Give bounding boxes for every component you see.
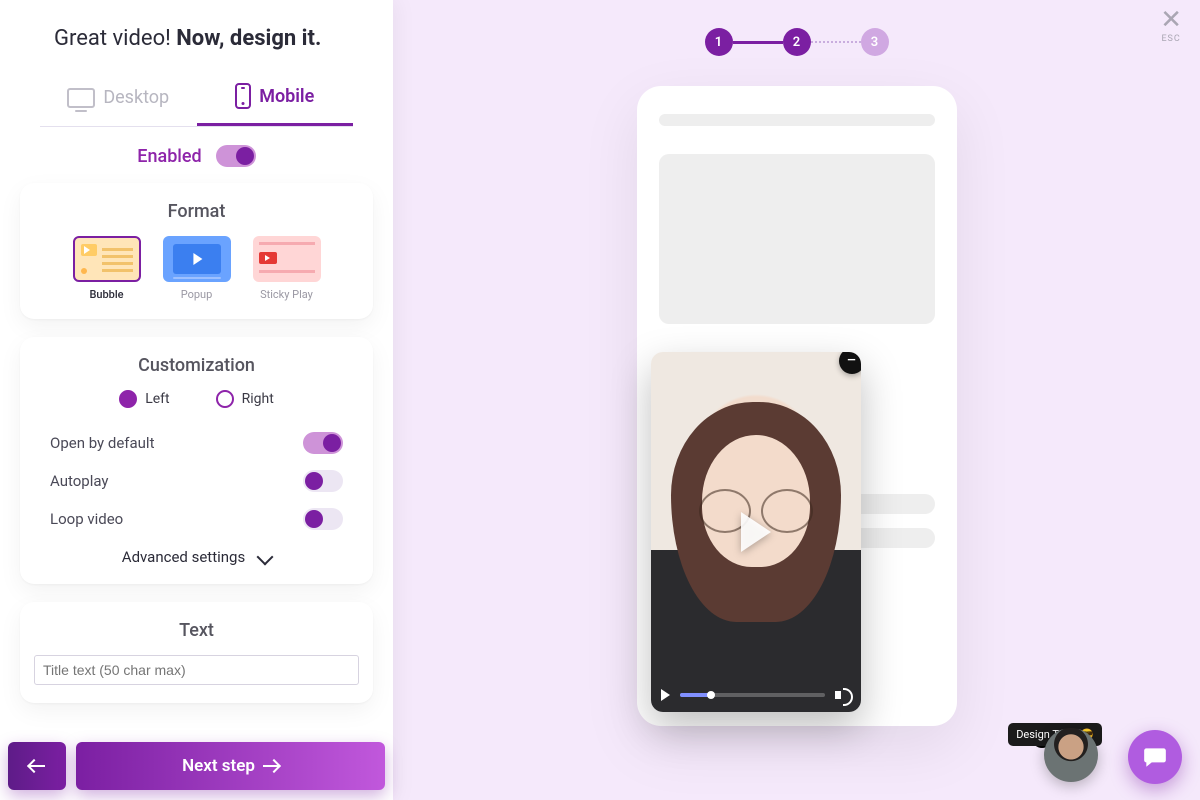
radio-dot-icon [216, 390, 234, 408]
tab-mobile[interactable]: Mobile [197, 73, 354, 126]
format-popup[interactable]: Popup [158, 236, 236, 301]
page-title: Great video! Now, design it. [54, 26, 355, 51]
format-bubble-label: Bubble [68, 288, 146, 301]
loop-toggle[interactable] [303, 508, 343, 530]
mobile-icon [235, 83, 251, 109]
format-sticky[interactable]: Sticky Play [248, 236, 326, 301]
step-1[interactable]: 1 [705, 28, 733, 56]
open-default-toggle[interactable] [303, 432, 343, 454]
open-default-label: Open by default [50, 434, 154, 452]
chat-icon [1142, 744, 1168, 770]
preview-stage: ✕ ESC 1 2 3 − [393, 0, 1200, 800]
tab-desktop[interactable]: Desktop [40, 73, 197, 126]
step-indicator: 1 2 3 [393, 28, 1200, 56]
autoplay-label: Autoplay [50, 472, 109, 490]
tab-mobile-label: Mobile [259, 86, 314, 107]
play-small-icon[interactable] [661, 689, 670, 701]
enabled-row: Enabled [20, 145, 373, 167]
minimize-icon: − [846, 352, 856, 370]
next-step-button[interactable]: Next step [76, 742, 385, 790]
tab-desktop-label: Desktop [103, 87, 169, 108]
loop-label: Loop video [50, 510, 123, 528]
title-text-input[interactable] [34, 655, 359, 685]
format-card: Format Bubble Popup Sticky Play [20, 183, 373, 319]
placeholder-bar [659, 114, 935, 126]
device-tabs: Desktop Mobile [40, 73, 353, 127]
step-track [733, 41, 783, 44]
loop-row: Loop video [34, 500, 359, 538]
text-title: Text [34, 620, 359, 641]
format-bubble[interactable]: Bubble [68, 236, 146, 301]
customization-title: Customization [34, 355, 359, 376]
format-sticky-label: Sticky Play [248, 288, 326, 301]
position-left-label: Left [145, 391, 169, 407]
video-controls [661, 688, 851, 702]
step-2[interactable]: 2 [783, 28, 811, 56]
customization-card: Customization Left Right Open by default… [20, 337, 373, 584]
footer-buttons: Next step [0, 734, 393, 800]
autoplay-toggle[interactable] [303, 470, 343, 492]
chevron-down-icon [257, 549, 274, 566]
play-icon[interactable] [741, 512, 771, 552]
video-progress[interactable] [680, 693, 825, 697]
format-sticky-icon [253, 236, 321, 282]
arrow-left-icon [29, 765, 45, 767]
advanced-settings-label: Advanced settings [122, 548, 245, 566]
arrow-right-icon [263, 765, 279, 767]
design-panel-scroll[interactable]: Great video! Now, design it. Desktop Mob… [0, 0, 393, 734]
step-track [811, 41, 861, 43]
design-panel: Great video! Now, design it. Desktop Mob… [0, 0, 393, 800]
position-radio-group: Left Right [34, 390, 359, 408]
format-title: Format [34, 201, 359, 222]
video-bubble-preview[interactable]: − [651, 352, 861, 712]
placeholder-block [659, 154, 935, 324]
close-icon: ✕ [1160, 5, 1182, 35]
enabled-toggle[interactable] [216, 145, 256, 167]
enabled-label: Enabled [137, 146, 201, 167]
back-button[interactable] [8, 742, 66, 790]
close-label: ESC [1160, 34, 1182, 44]
step-3[interactable]: 3 [861, 28, 889, 56]
format-bubble-icon [73, 236, 141, 282]
desktop-icon [67, 88, 95, 108]
tips-avatar-button[interactable] [1044, 728, 1098, 782]
advanced-settings-toggle[interactable]: Advanced settings [34, 538, 359, 566]
position-left-radio[interactable]: Left [119, 390, 169, 408]
format-popup-icon [163, 236, 231, 282]
volume-icon[interactable] [835, 688, 851, 702]
page-title-normal: Great video! [54, 26, 176, 51]
page-title-bold: Now, design it. [176, 26, 321, 51]
position-right-label: Right [242, 391, 274, 407]
format-options: Bubble Popup Sticky Play [34, 236, 359, 301]
format-popup-label: Popup [158, 288, 236, 301]
next-step-label: Next step [182, 756, 255, 776]
open-default-row: Open by default [34, 424, 359, 462]
autoplay-row: Autoplay [34, 462, 359, 500]
radio-dot-icon [119, 390, 137, 408]
text-card: Text [20, 602, 373, 703]
mobile-preview-frame: − [637, 86, 957, 726]
bubble-minimize-button[interactable]: − [839, 352, 861, 374]
position-right-radio[interactable]: Right [216, 390, 274, 408]
chat-launcher-button[interactable] [1128, 730, 1182, 784]
close-button[interactable]: ✕ ESC [1160, 10, 1182, 44]
